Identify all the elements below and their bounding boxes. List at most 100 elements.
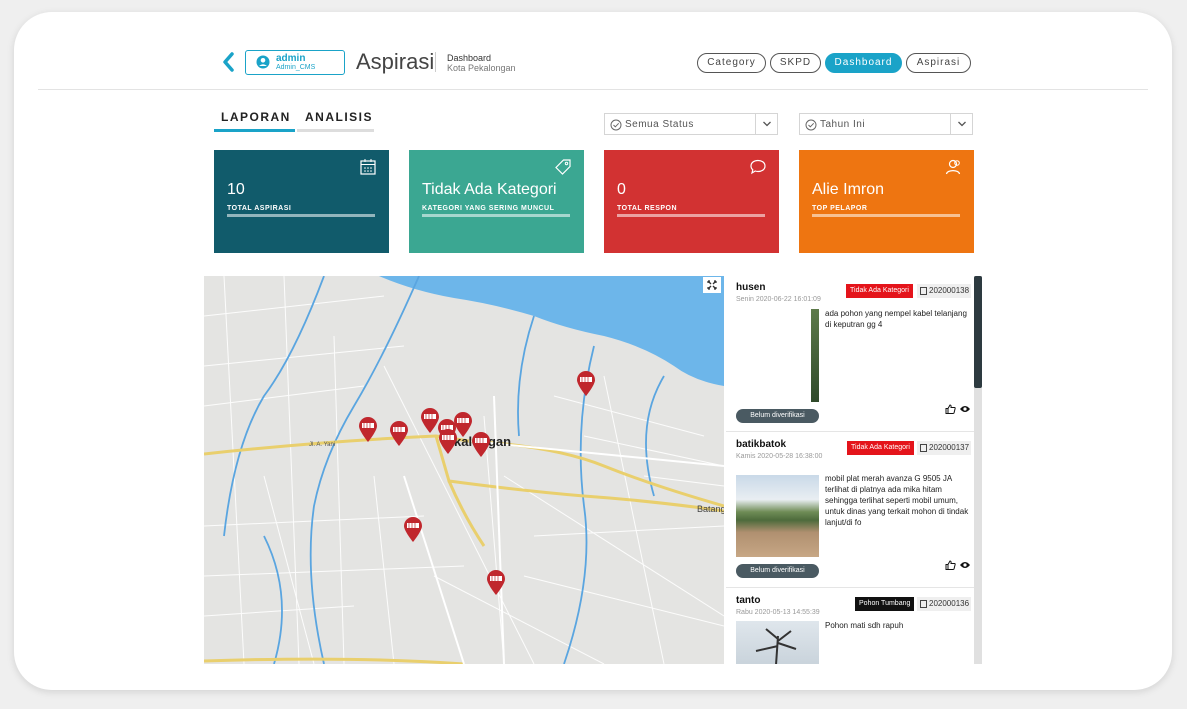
card-value: Tidak Ada Kategori [422,181,557,198]
feed-post[interactable]: batikbatok Kamis 2020-05-28 16:38:00 Tid… [726,433,974,588]
post-date: Senin 2020-06-22 16:01:09 [736,296,821,303]
user-role: Admin_CMS [276,64,316,71]
map-view[interactable]: Jl. A. Yani kalongan Batang [204,276,724,664]
map-tiles: Jl. A. Yani [204,276,724,664]
post-date: Kamis 2020-05-28 16:38:00 [736,453,823,460]
card-kategori: Tidak Ada Kategori KATEGORI YANG SERING … [409,150,584,253]
feed-scrollbar-thumb[interactable] [974,276,982,388]
tag-icon [555,159,571,175]
location-pin-icon [390,421,408,446]
chevron-left-icon [223,52,234,72]
users-icon [945,159,961,175]
year-dropdown-toggle[interactable] [950,114,972,134]
status-dropdown-toggle[interactable] [755,114,777,134]
post-image[interactable] [736,309,819,402]
post-text: mobil plat merah avanza G 9505 JA terlih… [825,474,969,527]
tab-laporan[interactable]: LAPORAN [221,110,291,124]
map-place-label-2: Batang [697,504,724,514]
post-image[interactable] [736,475,819,557]
aspirasi-feed[interactable]: husen Senin 2020-06-22 16:01:09 Tidak Ad… [726,276,982,664]
post-category-badge: Tidak Ada Kategori [847,441,914,455]
map-marker-pin[interactable] [576,371,596,397]
top-header: admin Admin_CMS Aspirasi Dashboard Kota … [38,12,1148,90]
location-pin-icon [577,371,595,396]
feed-post[interactable]: tanto Rabu 2020-05-13 14:55:39 Pohon Tum… [726,589,974,664]
tab-inactive-indicator [297,129,374,132]
card-label: TOP PELAPOR [812,205,868,212]
user-icon [256,55,270,69]
app-title: Aspirasi [356,49,435,74]
card-label: KATEGORI YANG SERING MUNCUL [422,205,555,212]
card-total-respon: 0 TOTAL RESPON [604,150,779,253]
post-text: Pohon mati sdh rapuh [825,621,904,630]
post-id-text: 202000137 [929,443,970,452]
verification-status-button[interactable]: Belum diverifikasi [736,409,819,423]
post-id: 202000137 [917,441,972,455]
card-label: TOTAL RESPON [617,205,678,212]
tab-analisis[interactable]: ANALISIS [305,110,373,124]
thumbs-up-icon[interactable] [945,404,956,414]
map-marker-pin[interactable] [471,432,491,458]
chevron-down-icon [763,121,771,127]
location-pin-icon [404,517,422,542]
post-image[interactable] [736,621,819,664]
check-circle-icon [805,119,817,131]
back-button[interactable] [220,50,236,74]
document-icon [920,444,927,452]
tree-silhouette [755,628,797,664]
card-progress-bar [812,214,960,217]
nav-aspirasi-button[interactable]: Aspirasi [906,53,971,73]
map-marker-pin[interactable] [438,429,458,455]
post-id-text: 202000138 [929,286,970,295]
card-value: 10 [227,181,245,198]
card-label: TOTAL ASPIRASI [227,205,292,212]
verification-status-button[interactable]: Belum diverifikasi [736,564,819,578]
card-top-pelapor: Alie Imron TOP PELAPOR [799,150,974,253]
document-icon [920,600,927,608]
card-value: Alie Imron [812,181,885,198]
year-filter-value: Tahun Ini [820,119,866,130]
post-author: husen [736,282,766,293]
post-author: batikbatok [736,439,787,450]
thumbs-up-icon[interactable] [945,560,956,570]
card-progress-bar [617,214,765,217]
document-icon [920,287,927,295]
post-actions[interactable] [945,404,971,417]
location-pin-icon [359,417,377,442]
calendar-icon [360,159,376,175]
post-id: 202000138 [917,284,972,298]
location-pin-icon [472,432,490,457]
feed-scrollbar[interactable] [974,276,982,664]
eye-icon[interactable] [959,560,971,570]
chat-bubble-icon [750,159,766,175]
eye-icon[interactable] [959,404,971,414]
road-label: Jl. A. Yani [309,442,335,448]
card-total-aspirasi: 10 TOTAL ASPIRASI [214,150,389,253]
post-text: ada pohon yang nempel kabel telanjang di… [825,309,967,329]
app-window: admin Admin_CMS Aspirasi Dashboard Kota … [14,12,1172,690]
year-filter-select[interactable]: Tahun Ini [799,113,973,135]
fullscreen-button[interactable] [703,277,721,293]
post-actions[interactable] [945,560,971,573]
expand-icon [707,280,717,290]
map-marker-pin[interactable] [403,517,423,543]
chevron-down-icon [958,121,966,127]
user-profile-button[interactable]: admin Admin_CMS [245,50,345,75]
card-progress-bar [422,214,570,217]
location-pin-icon [487,570,505,595]
card-progress-bar [227,214,375,217]
check-circle-icon [610,119,622,131]
header-divider [435,52,436,72]
map-marker-pin[interactable] [358,417,378,443]
nav-category-button[interactable]: Category [697,53,766,73]
card-value: 0 [617,181,626,198]
post-date: Rabu 2020-05-13 14:55:39 [736,609,820,616]
nav-skpd-button[interactable]: SKPD [770,53,821,73]
feed-post[interactable]: husen Senin 2020-06-22 16:01:09 Tidak Ad… [726,276,974,432]
nav-dashboard-button[interactable]: Dashboard [825,53,902,73]
post-category-badge: Pohon Tumbang [855,597,915,611]
location-pin-icon [439,429,457,454]
status-filter-select[interactable]: Semua Status [604,113,778,135]
map-marker-pin[interactable] [486,570,506,596]
map-marker-pin[interactable] [389,421,409,447]
